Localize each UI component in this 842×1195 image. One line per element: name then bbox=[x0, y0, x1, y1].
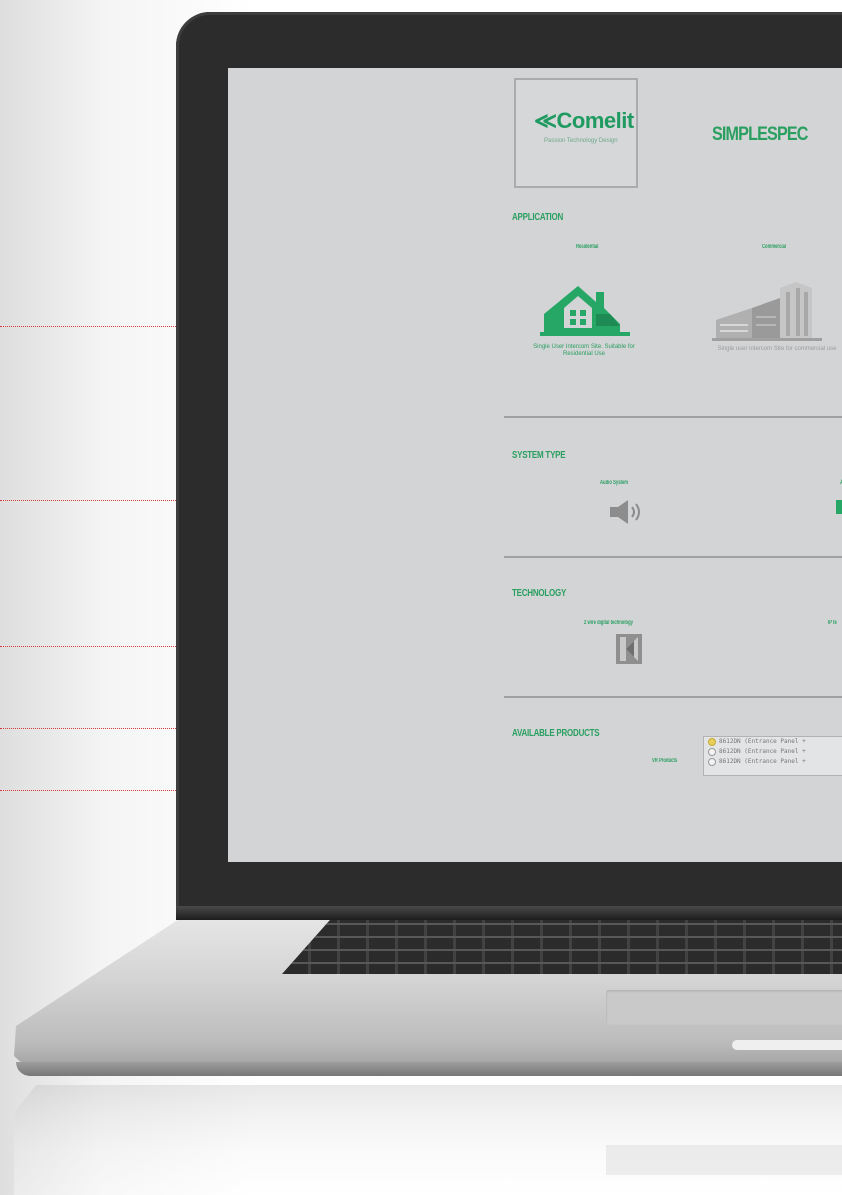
radio-selected-icon[interactable] bbox=[708, 737, 716, 746]
commercial-option[interactable] bbox=[712, 280, 832, 342]
app-screen: ≪Comelit Passion Technology Design SIMPL… bbox=[228, 68, 842, 862]
product-item[interactable]: 8612DN (Entrance Panel + bbox=[704, 747, 842, 757]
section-title-application: APPLICATION bbox=[512, 212, 563, 223]
section-divider bbox=[504, 556, 842, 558]
radio-icon[interactable] bbox=[708, 747, 716, 756]
option-label-residential[interactable]: Residential bbox=[576, 244, 598, 250]
section-title-system-type: SYSTEM TYPE bbox=[512, 450, 566, 461]
residential-option[interactable] bbox=[534, 278, 630, 338]
lid-opening-notch bbox=[732, 1040, 842, 1050]
section-title-technology: TECHNOLOGY bbox=[512, 588, 567, 599]
section-divider bbox=[504, 416, 842, 418]
option-label-audio-system[interactable]: Audio System bbox=[600, 480, 628, 486]
option-label-commercial[interactable]: Commercial bbox=[762, 244, 786, 250]
radio-icon[interactable] bbox=[708, 757, 716, 766]
products-label: VR Products bbox=[652, 758, 678, 764]
app-title: SIMPLESPEC bbox=[712, 124, 808, 145]
2-wire-technology-option[interactable] bbox=[616, 634, 642, 664]
comelit-logo: ≪Comelit bbox=[534, 108, 634, 133]
product-item[interactable]: 8612DN (Entrance Panel + bbox=[704, 757, 842, 767]
speaker-icon bbox=[610, 500, 640, 524]
product-item-label: 8612DN (Entrance Panel + bbox=[719, 738, 806, 745]
laptop-hinge bbox=[176, 906, 842, 920]
audio-system-option[interactable] bbox=[608, 498, 648, 526]
logo-tagline: Passion Technology Design bbox=[544, 138, 618, 144]
commercial-caption: Single user intercom Site for commercial… bbox=[717, 346, 837, 352]
option-label-ip[interactable]: IP te bbox=[828, 620, 837, 626]
keyboard-rows bbox=[282, 912, 842, 974]
trackpad bbox=[606, 990, 842, 1025]
section-title-available-products: AVAILABLE PRODUCTS bbox=[512, 728, 600, 739]
house-icon bbox=[540, 286, 630, 336]
product-item-label: 8612DN (Entrance Panel + bbox=[719, 758, 806, 765]
building-icon bbox=[712, 282, 822, 341]
product-item[interactable]: 8612DN (Entrance Panel + bbox=[704, 737, 842, 747]
laptop-base-edge bbox=[16, 1062, 842, 1076]
section-divider bbox=[504, 696, 842, 698]
trackpad-reflection bbox=[606, 1145, 842, 1175]
laptop-reflection bbox=[14, 1085, 842, 1195]
residential-caption: Single User Intercom Site. Suitable for … bbox=[533, 344, 635, 357]
video-icon[interactable] bbox=[836, 500, 842, 514]
product-list[interactable]: 8612DN (Entrance Panel + 8612DN (Entranc… bbox=[703, 736, 842, 776]
option-label-2-wire[interactable]: 2 wire digital technology bbox=[584, 620, 633, 626]
simplebus-icon bbox=[616, 634, 642, 664]
product-item-label: 8612DN (Entrance Panel + bbox=[719, 748, 806, 755]
